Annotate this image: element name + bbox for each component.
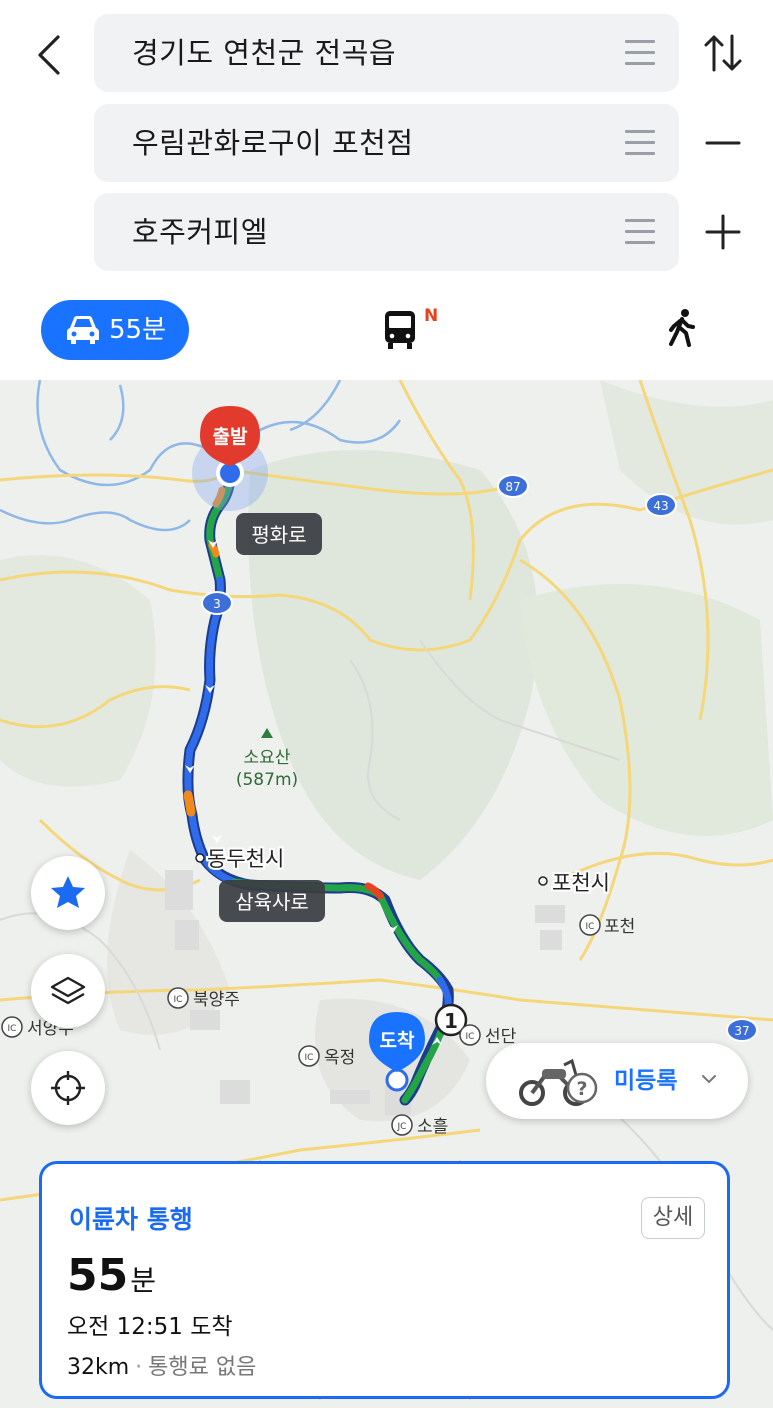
swap-arrows-icon [704, 34, 742, 72]
favorite-button[interactable] [31, 856, 105, 930]
crosshair-icon [51, 1071, 85, 1105]
route-shield-3: 3 [201, 591, 233, 615]
destination-field[interactable]: 호주커피엘 [94, 193, 679, 271]
travel-mode-label: 이륜차 통행 [69, 1205, 193, 1234]
city-label-pocheon: 포천시 [538, 869, 612, 897]
road-label-pyeonghwa: 평화로 [236, 513, 322, 555]
svg-text:소요산: 소요산 [244, 748, 291, 768]
waypoint-number: 1 [444, 1009, 458, 1033]
svg-text:삼육사로: 삼육사로 [235, 890, 309, 914]
route-shield-37: 37 [726, 1018, 758, 1042]
svg-text:포천: 포천 [604, 917, 635, 937]
separator-dot: · [135, 1355, 143, 1380]
svg-text:IC: IC [8, 1024, 17, 1034]
current-location-button[interactable] [31, 1051, 105, 1125]
svg-text:소흘: 소흘 [417, 1117, 448, 1137]
route-shield-43: 43 [645, 493, 677, 517]
duration: 55분 [67, 1250, 156, 1301]
svg-text:IC: IC [174, 995, 183, 1005]
transport-mode-tabs: 55분 N [0, 296, 773, 366]
chevron-down-icon [702, 1075, 716, 1084]
route-summary-card[interactable]: 이륜차 통행 상세 55분 오전 12:51 도착 32km · 통행료 없음 [39, 1161, 730, 1399]
car-time-label: 55분 [109, 315, 167, 345]
origin-field[interactable]: 경기도 연천군 전곡읍 [94, 14, 679, 92]
add-waypoint-button[interactable] [700, 209, 746, 255]
waypoint-field[interactable]: 우림관화로구이 포천점 [94, 104, 679, 182]
back-button[interactable] [28, 30, 72, 80]
swap-button[interactable] [700, 30, 746, 76]
ic-label-pocheon: IC 포천 [579, 914, 635, 937]
car-icon [67, 316, 99, 344]
walking-person-icon [669, 309, 695, 347]
ic-label-okjeong: IC 옥정 [298, 1045, 355, 1068]
svg-text:JC: JC [397, 1122, 407, 1132]
drag-handle-icon[interactable] [625, 130, 655, 156]
svg-text:3: 3 [213, 597, 221, 611]
svg-text:43: 43 [653, 499, 668, 513]
duration-value: 55 [67, 1250, 129, 1301]
drag-handle-icon[interactable] [625, 40, 655, 66]
plus-icon [705, 214, 741, 250]
tab-transit[interactable]: N [382, 306, 440, 352]
duration-unit: 분 [130, 1264, 156, 1297]
chevron-left-icon [38, 35, 60, 75]
destination-text: 호주커피엘 [132, 215, 268, 249]
svg-text:동두천시: 동두천시 [207, 847, 284, 871]
map-layers-button[interactable] [31, 954, 105, 1028]
drag-handle-icon[interactable] [625, 219, 655, 245]
tab-walk[interactable] [665, 308, 699, 348]
city-label-dongducheon: 동두천시 [195, 845, 286, 873]
bus-icon [385, 311, 415, 349]
svg-text:평화로: 평화로 [251, 523, 306, 547]
tab-car[interactable]: 55분 [41, 300, 189, 360]
distance-row: 32km · 통행료 없음 [67, 1349, 256, 1381]
svg-text:(587m): (587m) [236, 770, 298, 790]
remove-waypoint-button[interactable] [700, 120, 746, 166]
end-label: 도착 [380, 1030, 415, 1052]
vehicle-select-button[interactable]: ? 미등록 [486, 1043, 748, 1119]
svg-text:87: 87 [505, 480, 520, 494]
svg-text:IC: IC [466, 1032, 475, 1042]
toll-info: 통행료 없음 [148, 1355, 257, 1380]
route-header: 경기도 연천군 전곡읍 우림관화로구이 포천점 호주커피엘 55분 N [0, 0, 773, 380]
detail-button[interactable]: 상세 [641, 1197, 705, 1239]
waypoint-text: 우림관화로구이 포천점 [132, 126, 414, 160]
svg-text:?: ? [576, 1078, 587, 1100]
svg-text:북양주: 북양주 [193, 990, 240, 1010]
ic-label-bukyangju: IC 북양주 [167, 987, 240, 1010]
distance: 32km [67, 1355, 130, 1380]
star-icon [51, 876, 85, 908]
svg-text:IC: IC [305, 1053, 314, 1063]
svg-text:포천시: 포천시 [552, 871, 610, 895]
arrival-time: 오전 12:51 도착 [67, 1314, 233, 1340]
ic-label-seondan: IC 선단 [459, 1024, 517, 1047]
new-badge: N [424, 306, 439, 326]
motorcycle-icon: ? [519, 1058, 598, 1106]
start-marker[interactable]: 출발 [192, 406, 268, 511]
layers-icon [50, 976, 86, 1005]
svg-text:IC: IC [586, 922, 595, 932]
minus-icon [705, 141, 741, 145]
road-label-samyuksa: 삼육사로 [219, 880, 325, 922]
start-label: 출발 [213, 426, 248, 448]
svg-text:37: 37 [734, 1024, 749, 1038]
route-shield-87: 87 [497, 474, 529, 498]
jc-label-soheul: JC 소흘 [391, 1114, 448, 1137]
svg-text:옥정: 옥정 [324, 1048, 355, 1068]
vehicle-status: 미등록 [614, 1068, 678, 1094]
origin-text: 경기도 연천군 전곡읍 [132, 36, 397, 70]
